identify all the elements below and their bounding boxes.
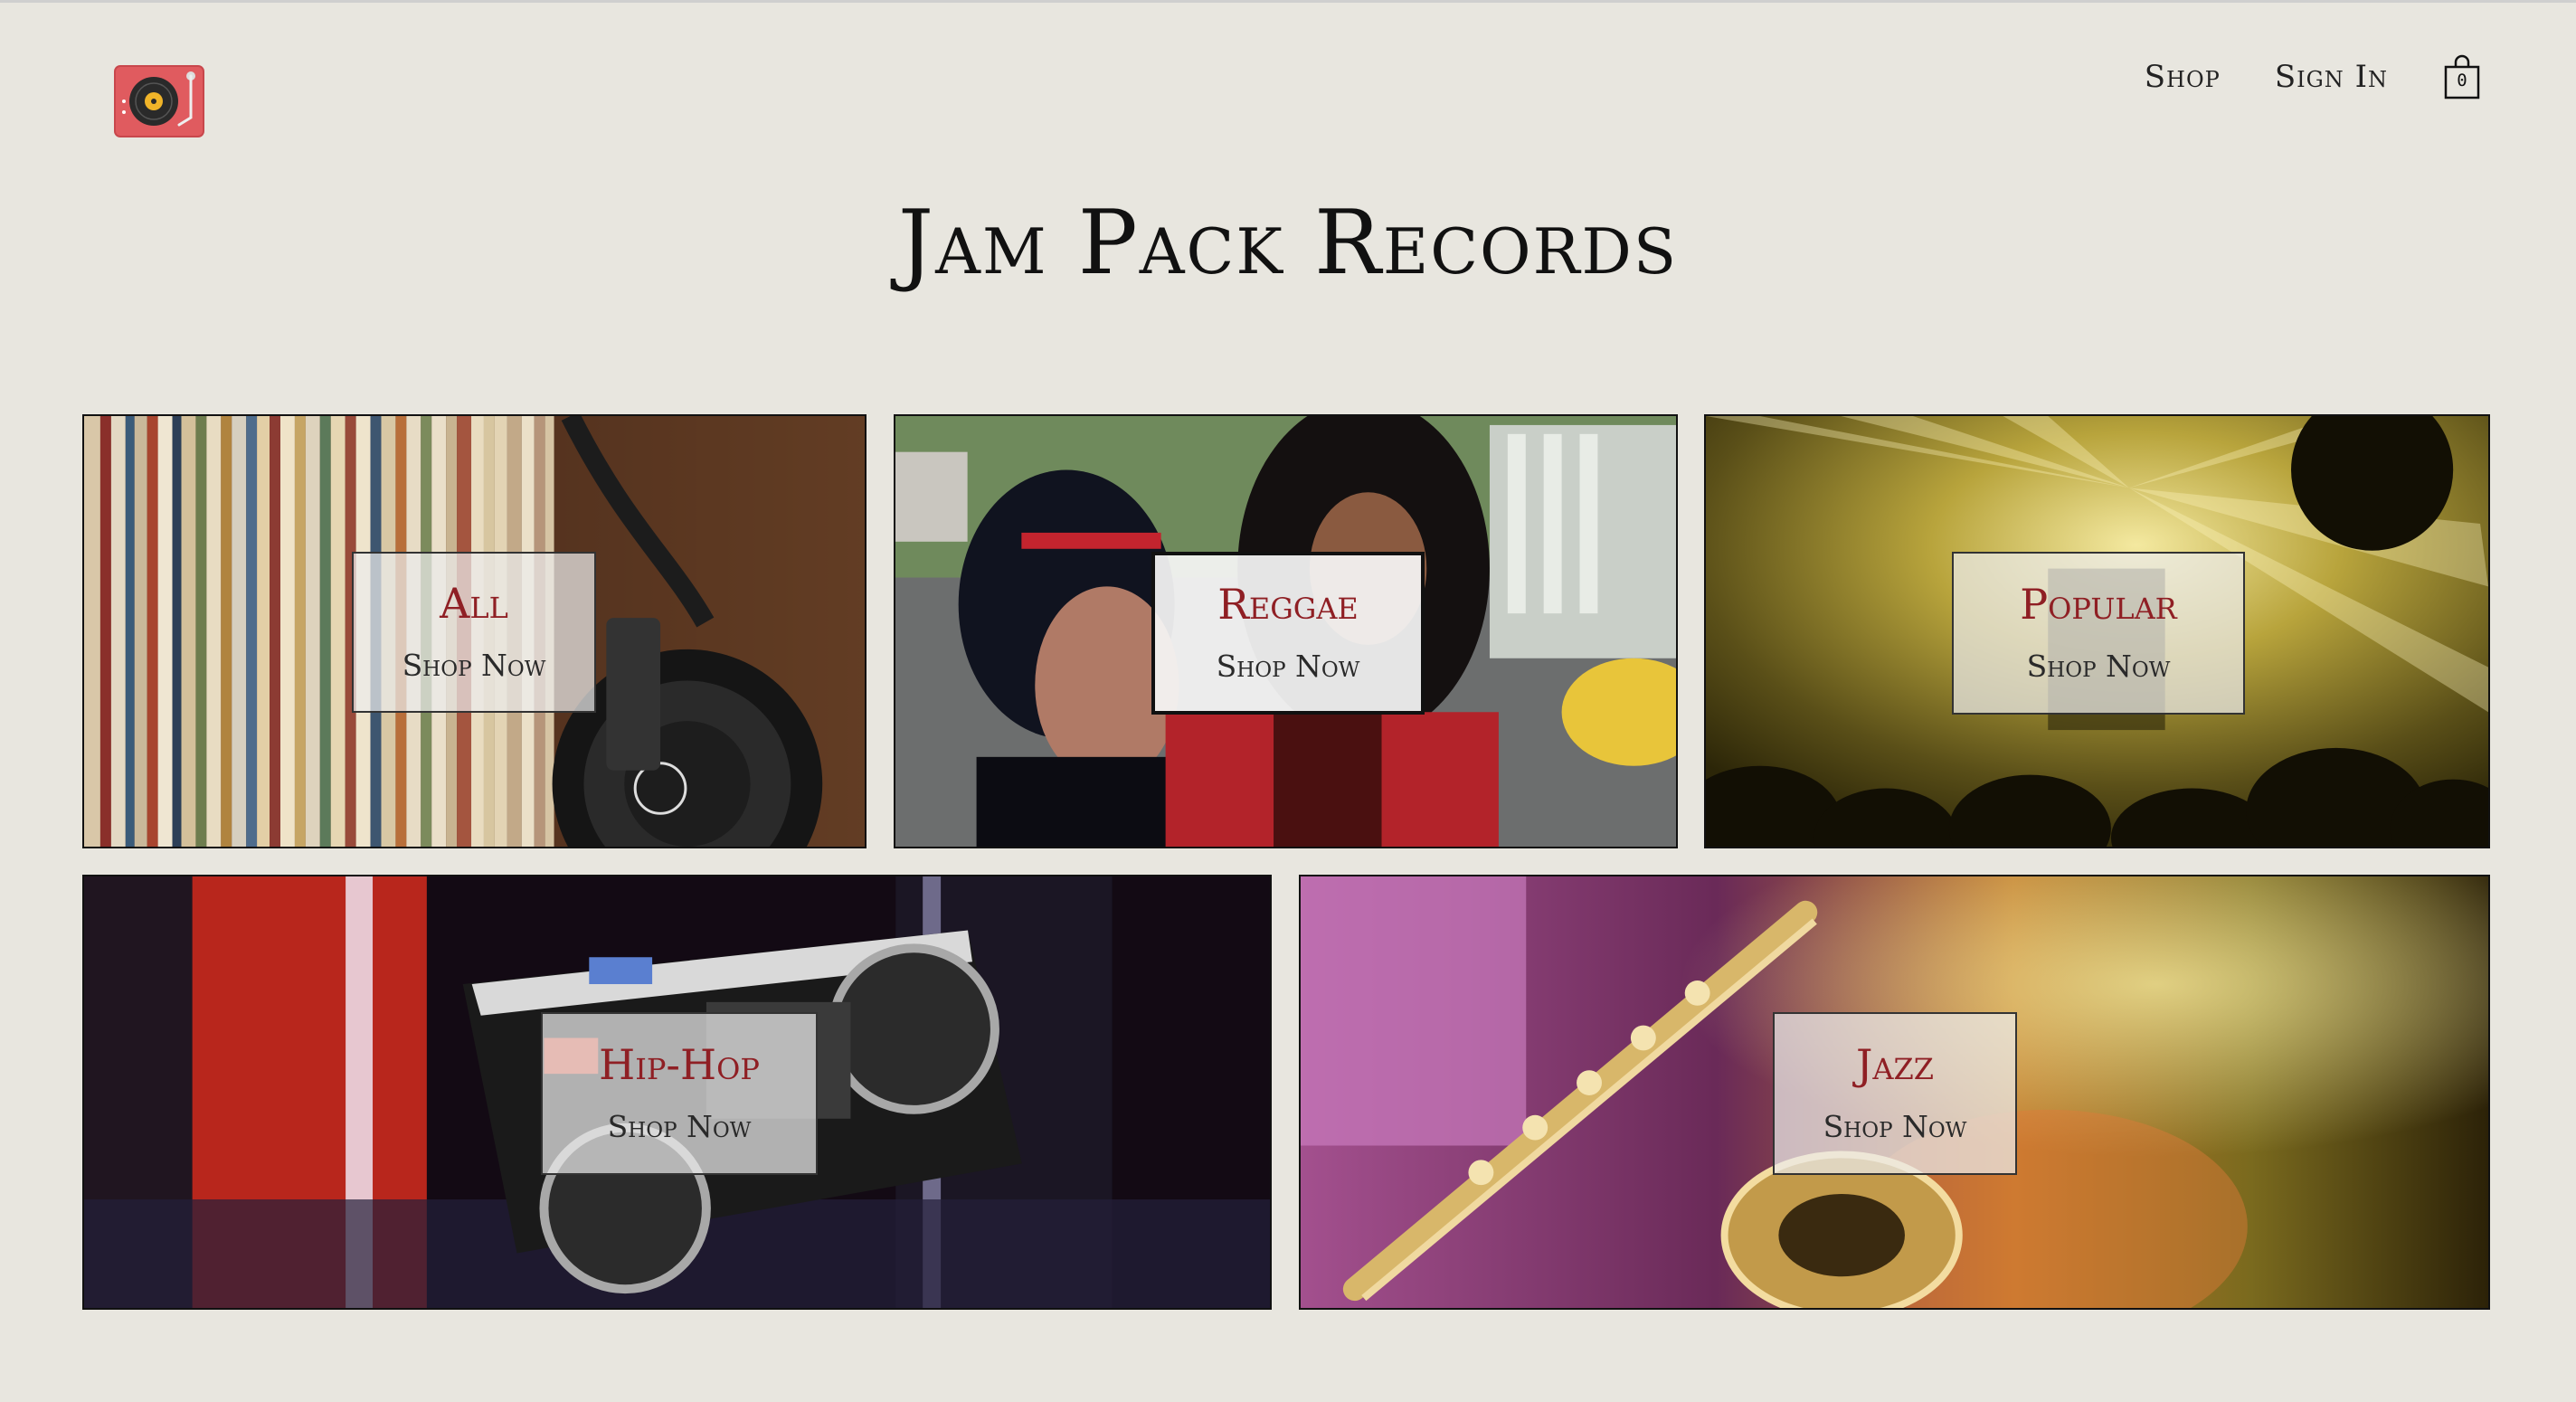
- category-title-jazz: Jazz: [1855, 1039, 1935, 1089]
- shop-now-link-all[interactable]: Shop Now: [402, 648, 546, 683]
- shop-now-link-jazz[interactable]: Shop Now: [1823, 1109, 1967, 1144]
- nav-signin-link[interactable]: Sign In: [2275, 59, 2388, 95]
- category-tile-hiphop[interactable]: Hip-Hop Shop Now: [82, 875, 1272, 1310]
- shop-now-link-hiphop[interactable]: Shop Now: [608, 1109, 752, 1144]
- category-tile-all[interactable]: All Shop Now: [82, 414, 867, 848]
- category-tile-jazz[interactable]: Jazz Shop Now: [1299, 875, 2490, 1310]
- category-card-jazz: Jazz Shop Now: [1773, 1012, 2017, 1175]
- shop-now-link-popular[interactable]: Shop Now: [2027, 649, 2171, 684]
- category-card-popular: Popular Shop Now: [1952, 552, 2245, 715]
- category-title-hiphop: Hip-Hop: [599, 1039, 760, 1089]
- page-title: Jam Pack Records: [897, 192, 1679, 295]
- category-tile-popular[interactable]: Popular Shop Now: [1704, 414, 2490, 848]
- nav-shop-link[interactable]: Shop: [2145, 59, 2221, 95]
- cart-count-badge: 0: [2457, 71, 2467, 90]
- category-card-hiphop: Hip-Hop Shop Now: [541, 1012, 818, 1175]
- category-title-popular: Popular: [2020, 579, 2177, 629]
- category-card-reggae: Reggae Shop Now: [1151, 552, 1425, 715]
- category-title-reggae: Reggae: [1217, 579, 1359, 629]
- top-nav: Shop Sign In 0: [2145, 54, 2482, 99]
- top-border: [0, 0, 2576, 3]
- category-tile-reggae[interactable]: Reggae Shop Now: [894, 414, 1678, 848]
- turntable-logo-icon[interactable]: [114, 65, 204, 137]
- category-card-all: All Shop Now: [352, 552, 596, 713]
- shop-now-link-reggae[interactable]: Shop Now: [1217, 649, 1360, 684]
- category-title-all: All: [440, 578, 508, 628]
- cart-button[interactable]: 0: [2442, 54, 2482, 99]
